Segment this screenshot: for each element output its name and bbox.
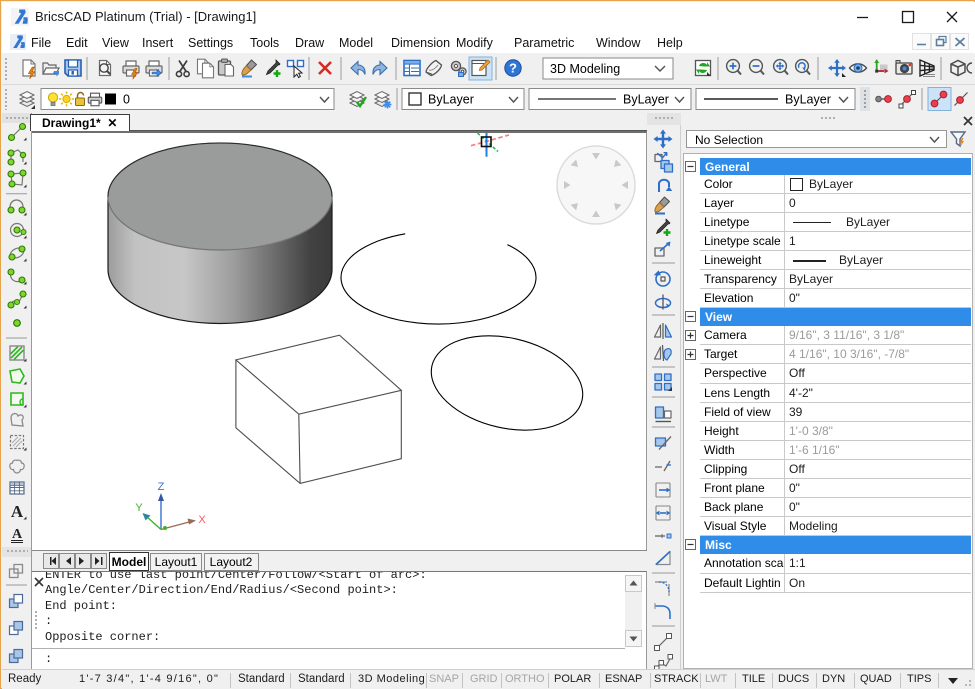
svg-text:ByLayer: ByLayer [785,93,831,107]
svg-text:0: 0 [123,93,130,107]
svg-text:A: A [11,502,24,521]
svg-text:Y: Y [135,502,143,514]
svg-text:Layout1: Layout1 [155,555,198,569]
svg-text:Model: Model [112,555,147,569]
svg-text:ByLayer: ByLayer [428,93,474,107]
svg-text:?: ? [509,61,517,76]
svg-text:Layout2: Layout2 [210,555,253,569]
svg-text:A: A [12,527,23,542]
svg-text:ByLayer: ByLayer [623,93,669,107]
svg-text:Z: Z [158,481,165,493]
svg-text:X: X [198,514,206,526]
svg-text:3D Modeling: 3D Modeling [550,62,620,76]
